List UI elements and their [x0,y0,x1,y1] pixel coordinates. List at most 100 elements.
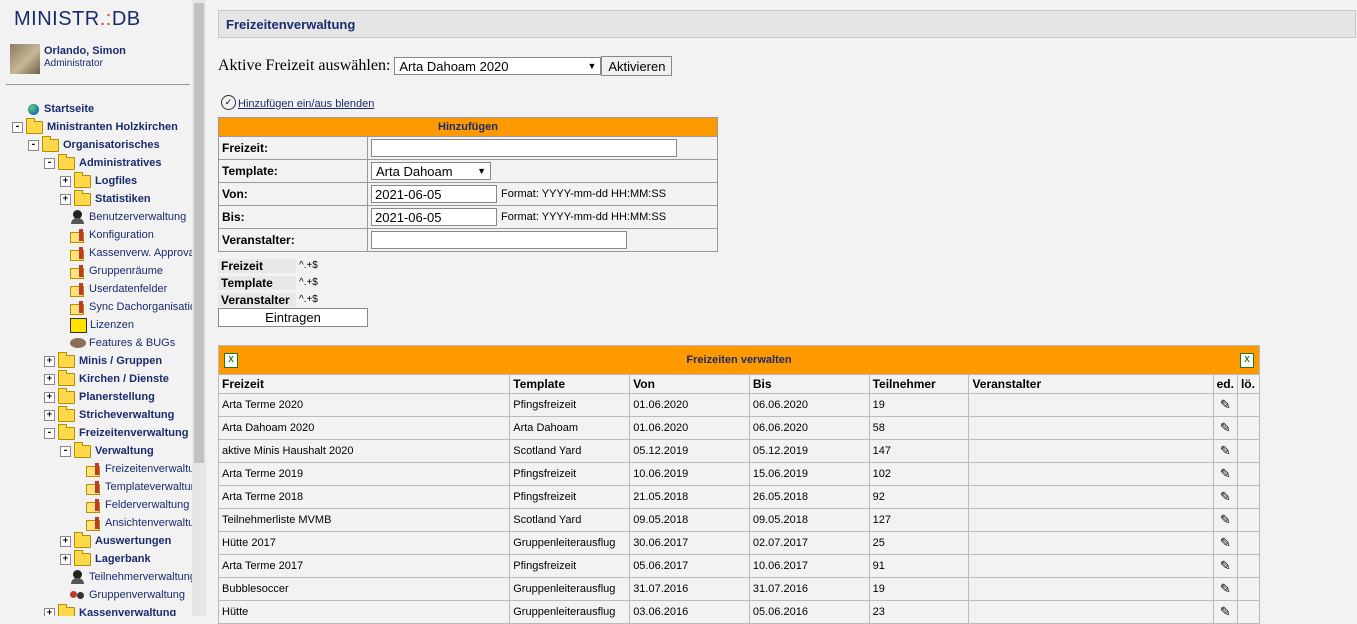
delete-cell[interactable] [1236,600,1261,624]
sidebar-item[interactable]: + Planerstellung [44,387,155,406]
sidebar-item[interactable]: Konfiguration [70,226,154,244]
sidebar-item-label: Benutzerverwaltung [89,211,187,223]
edit-icon[interactable]: ✎ [1220,467,1231,480]
expand-icon[interactable]: + [44,607,55,616]
collapse-icon[interactable]: - [44,157,55,169]
delete-cell[interactable] [1236,393,1261,417]
edit-cell: ✎ [1212,485,1238,509]
edit-icon[interactable]: ✎ [1220,444,1231,457]
excel-icon[interactable]: X [1240,353,1254,368]
table-cell [968,600,1214,624]
sidebar-item[interactable]: + Lagerbank [60,549,151,568]
sidebar-item[interactable]: Templateverwaltung [86,478,192,496]
submit-button[interactable]: Eintragen [218,308,368,327]
table-cell: 05.06.2017 [629,554,750,578]
expand-icon[interactable]: + [44,409,55,421]
sidebar-item[interactable]: Userdatenfelder [70,280,167,298]
table-cell: 10.06.2017 [748,554,870,578]
expand-icon[interactable]: + [60,175,71,187]
delete-cell[interactable] [1236,531,1261,555]
sidebar-item[interactable]: Gruppenverwaltung [70,586,185,604]
freizeit-input[interactable] [371,139,677,157]
sidebar-item[interactable]: - Verwaltung [60,441,154,460]
scrollbar-thumb[interactable] [194,3,204,463]
sidebar-item[interactable]: - Administratives [44,153,162,172]
table-cell: 31.07.2016 [629,577,750,601]
expand-icon[interactable]: + [44,391,55,403]
excel-icon[interactable]: X [224,353,238,368]
table-cell: 03.06.2016 [629,600,750,624]
collapse-icon[interactable]: - [60,445,71,457]
edit-icon[interactable]: ✎ [1220,513,1231,526]
expand-icon[interactable]: + [60,535,71,547]
edit-icon[interactable]: ✎ [1220,559,1231,572]
sidebar-item[interactable]: Features & BUGs [70,334,175,352]
active-freizeit-select[interactable]: Arta Dahoam 2020 ▼ [394,57,602,75]
expand-icon[interactable]: + [60,553,71,565]
edit-cell: ✎ [1212,554,1238,578]
group-icon [70,589,86,601]
sidebar-item[interactable]: - Organisatorisches [28,135,160,154]
edit-icon[interactable]: ✎ [1220,536,1231,549]
sidebar-item-label: Features & BUGs [89,337,176,349]
expand-icon[interactable]: + [60,193,71,205]
sidebar-item[interactable]: Sync Dachorganisation [70,298,192,316]
table-cell: 10.06.2019 [629,462,750,486]
divider [6,84,190,85]
table-cell: aktive Minis Haushalt 2020 [217,439,511,463]
sidebar-item[interactable]: Felderverwaltung [86,496,189,514]
sidebar-item[interactable]: + Auswertungen [60,531,171,550]
edit-icon[interactable]: ✎ [1220,490,1231,503]
activate-button[interactable]: Aktivieren [601,56,673,76]
sidebar-item[interactable]: + Statistiken [60,189,151,208]
sidebar-item[interactable]: + Kassenverwaltung [44,603,176,616]
delete-cell[interactable] [1236,485,1261,509]
sidebar-item-label: Logfiles [95,175,138,187]
sidebar-item[interactable]: - Freizeitenverwaltung [44,423,188,442]
sidebar-item[interactable]: Teilnehmerverwaltung [70,568,192,586]
delete-cell[interactable] [1236,577,1261,601]
bis-input[interactable]: 2021-06-05 [371,208,497,226]
edit-icon[interactable]: ✎ [1220,421,1231,434]
edit-icon[interactable]: ✎ [1220,605,1231,618]
table-row: Arta Dahoam 2020 Arta Dahoam 01.06.2020 06.… [217,416,1261,440]
sidebar-item[interactable]: Ansichtenverwaltung [86,514,192,532]
sidebar-item-label: Lagerbank [95,553,151,565]
collapse-icon[interactable]: - [12,121,23,133]
von-input[interactable]: 2021-06-05 [371,185,497,203]
expand-icon[interactable]: + [44,373,55,385]
template-label: Template: [218,159,368,183]
sidebar-item[interactable]: + Stricheverwaltung [44,405,174,424]
sidebar-item[interactable]: Gruppenräume [70,262,163,280]
sidebar-item[interactable]: + Minis / Gruppen [44,351,162,370]
delete-cell[interactable] [1236,462,1261,486]
sidebar-item[interactable]: Benutzerverwaltung [70,208,186,226]
sidebar-item[interactable]: Startseite [28,100,94,118]
delete-cell[interactable] [1236,439,1261,463]
table-cell: 05.12.2019 [629,439,750,463]
expand-icon[interactable]: + [44,355,55,367]
edit-icon[interactable]: ✎ [1220,398,1231,411]
sidebar-scrollbar[interactable] [192,0,206,616]
sidebar-item[interactable]: Freizeitenverwaltung [86,460,192,478]
collapse-icon[interactable]: - [44,427,55,439]
folder-pencil-icon [70,228,86,243]
sidebar-item-label: Templateverwaltung [105,481,192,493]
collapse-icon[interactable]: - [28,139,39,151]
toggle-add-link[interactable]: Hinzufügen ein/aus blenden [238,98,374,110]
delete-cell[interactable] [1236,508,1261,532]
sidebar-item[interactable]: - Ministranten Holzkirchen [12,117,178,136]
edit-icon[interactable]: ✎ [1220,582,1231,595]
veranstalter-input[interactable] [371,231,627,249]
sidebar-item[interactable]: Kassenverw. Approval [70,244,192,262]
app-logo[interactable]: MINISTR.:DB [14,8,141,31]
delete-cell[interactable] [1236,416,1261,440]
delete-cell[interactable] [1236,554,1261,578]
table-header-row: Freizeit Template Von Bis Teilnehmer Veransta… [217,374,1261,394]
template-select[interactable]: Arta Dahoam ▼ [371,162,491,180]
sidebar-item[interactable]: + Kirchen / Dienste [44,369,169,388]
features-icon [70,338,86,348]
sidebar-item[interactable]: + Logfiles [60,171,138,190]
sidebar-item-label: Konfiguration [89,229,154,241]
sidebar-item[interactable]: Lizenzen [70,316,134,334]
